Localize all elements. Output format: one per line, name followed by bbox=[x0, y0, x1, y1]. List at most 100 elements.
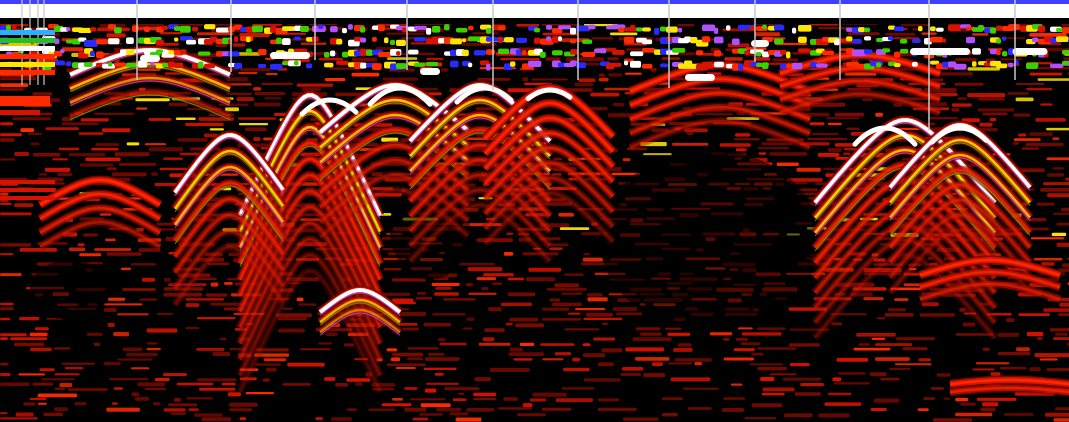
reflection-streak bbox=[52, 158, 68, 161]
surface-blob bbox=[918, 25, 923, 32]
reflection-streak bbox=[508, 292, 536, 297]
surface-blob bbox=[336, 38, 343, 45]
reflection-streak bbox=[15, 412, 34, 417]
surface-blob bbox=[156, 39, 164, 46]
reflection-streak bbox=[168, 102, 188, 107]
reflection-streak bbox=[67, 388, 108, 391]
reflection-streak bbox=[253, 137, 261, 141]
reflection-streak bbox=[1052, 212, 1069, 215]
reflection-streak bbox=[875, 357, 910, 361]
reflection-streak bbox=[757, 147, 790, 150]
reflection-streak bbox=[0, 212, 32, 216]
reflection-streak bbox=[1016, 347, 1030, 352]
reflection-streak bbox=[559, 227, 590, 230]
reflection-streak bbox=[426, 57, 444, 61]
surface-blob bbox=[834, 39, 840, 46]
reflection-streak bbox=[435, 287, 452, 290]
reflection-streak bbox=[608, 73, 623, 77]
reflection-streak bbox=[107, 167, 117, 171]
reflection-streak bbox=[381, 403, 412, 407]
surface-blob bbox=[996, 25, 1003, 31]
reflection-streak bbox=[896, 337, 935, 341]
reflection-streak bbox=[587, 297, 608, 302]
surface-blob bbox=[504, 37, 514, 43]
reflection-streak bbox=[807, 137, 848, 141]
reflection-streak bbox=[449, 412, 469, 416]
surface-blob bbox=[270, 63, 283, 70]
reflection-streak bbox=[517, 413, 546, 417]
reflection-streak bbox=[174, 398, 181, 402]
surface-blob bbox=[936, 27, 944, 32]
surface-blob bbox=[786, 51, 791, 59]
reflection-streak bbox=[329, 67, 358, 70]
surface-white-blob bbox=[270, 52, 310, 59]
reflection-streak bbox=[159, 167, 189, 171]
surface-blob bbox=[1002, 36, 1007, 41]
reflection-streak bbox=[54, 347, 71, 350]
reflection-streak bbox=[264, 97, 282, 100]
surface-blob bbox=[126, 37, 134, 44]
reflection-streak bbox=[817, 153, 840, 157]
reflection-streak bbox=[572, 357, 580, 362]
reflection-streak bbox=[57, 172, 73, 177]
surface-blob bbox=[1050, 63, 1064, 68]
surface-blob bbox=[546, 24, 553, 30]
reflection-streak bbox=[122, 288, 156, 291]
reflection-streak bbox=[415, 297, 433, 300]
surface-blob bbox=[72, 62, 80, 69]
surface-blob bbox=[516, 37, 528, 44]
reflection-streak bbox=[386, 348, 397, 352]
reflection-streak bbox=[458, 392, 465, 395]
surface-blob bbox=[168, 50, 175, 55]
reflection-streak bbox=[1015, 83, 1045, 85]
reflection-streak bbox=[885, 32, 916, 36]
reflection-streak bbox=[83, 233, 98, 237]
reflection-streak bbox=[74, 402, 87, 406]
reflection-streak bbox=[951, 103, 972, 107]
left-color-band bbox=[0, 46, 55, 51]
reflection-streak bbox=[809, 122, 825, 126]
surface-blob bbox=[360, 62, 367, 69]
surface-blob bbox=[1062, 27, 1069, 34]
radargram-scan bbox=[0, 0, 1069, 422]
reflection-streak bbox=[1029, 72, 1063, 76]
reflection-streak bbox=[709, 332, 733, 336]
surface-blob bbox=[558, 36, 563, 42]
reflection-streak bbox=[118, 162, 157, 166]
reflection-streak bbox=[23, 402, 36, 406]
reflection-streak bbox=[668, 362, 692, 365]
reflection-streak bbox=[677, 343, 692, 347]
reflection-streak bbox=[526, 277, 556, 282]
reflection-streak bbox=[302, 87, 321, 91]
surface-blob bbox=[324, 62, 334, 68]
surface-blob bbox=[456, 27, 468, 33]
reflection-streak bbox=[0, 158, 16, 161]
surface-blob bbox=[774, 38, 784, 45]
reflection-streak bbox=[590, 92, 620, 97]
surface-blob bbox=[864, 27, 871, 33]
surface-blob bbox=[630, 51, 644, 57]
reflection-streak bbox=[135, 98, 170, 102]
reflection-streak bbox=[607, 57, 619, 61]
reflection-streak bbox=[434, 292, 459, 296]
reflection-streak bbox=[442, 298, 476, 301]
left-red-strip bbox=[0, 188, 55, 192]
reflection-streak bbox=[568, 312, 581, 315]
surface-blob bbox=[126, 48, 135, 55]
surface-blob bbox=[216, 27, 230, 33]
reflection-streak bbox=[0, 243, 32, 247]
reflection-streak bbox=[583, 317, 623, 320]
reflection-streak bbox=[754, 32, 781, 37]
reflection-streak bbox=[492, 282, 503, 285]
reflection-streak bbox=[228, 392, 241, 397]
reflection-streak bbox=[989, 117, 997, 122]
surface-blob bbox=[990, 27, 997, 34]
surface-blob bbox=[90, 50, 95, 57]
reflection-streak bbox=[240, 68, 271, 72]
reflection-streak bbox=[827, 392, 852, 396]
quiet-zone bbox=[600, 150, 820, 330]
reflection-streak bbox=[29, 332, 48, 337]
reflection-streak bbox=[664, 327, 682, 330]
surface-blob bbox=[186, 39, 197, 45]
reflection-streak bbox=[238, 72, 258, 75]
